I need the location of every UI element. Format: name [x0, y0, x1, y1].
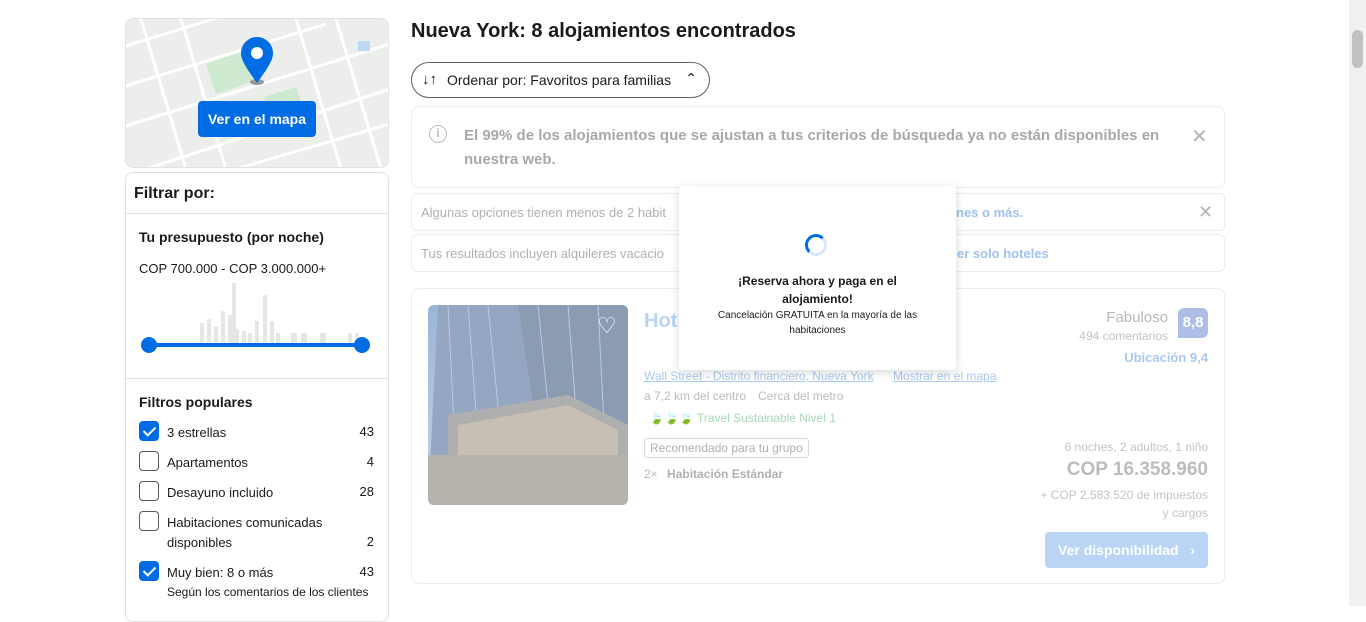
leaf-icon: 🍃🍃🍃	[649, 411, 694, 425]
map-image	[126, 19, 388, 167]
filter-count: 2	[366, 534, 374, 549]
review-score-word: Fabuloso	[1106, 309, 1168, 326]
location-score: Ubicación 9,4	[1124, 350, 1208, 365]
button-label: Ver disponibilidad	[1058, 542, 1179, 558]
sort-button[interactable]: ↓↑ Ordenar por: Favoritos para familias …	[411, 62, 710, 98]
info-icon: i	[429, 125, 447, 143]
chevron-updown-icon: ⌃	[685, 70, 697, 86]
price: COP 16.358.960	[1066, 459, 1208, 480]
filter-count: 43	[359, 564, 374, 579]
filter-label: 3 estrellas	[167, 425, 227, 440]
sort-label: Ordenar por: Favoritos para familias	[447, 72, 672, 88]
popup-subtitle: Cancelación GRATUITA en la mayoría de la…	[717, 310, 918, 336]
scrollbar-thumb[interactable]	[1352, 30, 1363, 68]
price-histogram	[200, 283, 359, 343]
filter-count: 4	[366, 454, 374, 469]
divider	[126, 213, 388, 214]
budget-title: Tu presupuesto (por noche)	[139, 229, 324, 245]
notice-text: El 99% de los alojamientos que se ajusta…	[464, 127, 1160, 168]
filter-label: Desayuno incluido	[167, 485, 274, 500]
filter-label: Habitaciones comunicadas disponibles	[167, 515, 323, 550]
notice-link[interactable]: nes o más.	[956, 205, 1023, 220]
budget-min-handle[interactable]	[141, 337, 157, 353]
budget-max-handle[interactable]	[354, 337, 370, 353]
notice-text: Algunas opciones tienen menos de 2 habit	[421, 205, 667, 220]
checkbox[interactable]	[139, 451, 159, 471]
checkbox[interactable]	[139, 511, 159, 531]
popup-title: ¡Reserva ahora y paga en el alojamiento!	[738, 274, 897, 306]
filter-count: 28	[359, 484, 374, 499]
availability-notice: i El 99% de los alojamientos que se ajus…	[411, 106, 1225, 188]
room-qty: 2×	[644, 467, 658, 481]
taxes-text: + COP 2.583.520 de impuestos y cargos	[1040, 488, 1208, 520]
notice-link[interactable]: er solo hoteles	[957, 246, 1049, 261]
filter-subtext: Según los comentarios de los clientes	[167, 585, 369, 599]
close-icon[interactable]: ✕	[1198, 202, 1213, 223]
budget-slider-track[interactable]	[149, 343, 363, 347]
chevron-right-icon: ›	[1182, 542, 1195, 558]
filter-label: Apartamentos	[167, 455, 248, 470]
stay-summary: 6 noches, 2 adultos, 1 niño	[1064, 440, 1208, 454]
sustainable-badge: 🍃🍃🍃 Travel Sustainable Nivel 1	[649, 411, 836, 425]
view-map-button[interactable]: Ver en el mapa	[198, 101, 316, 137]
sustainable-label: Travel Sustainable Nivel 1	[696, 411, 836, 425]
filters-panel: Filtrar por: Tu presupuesto (por noche) …	[125, 172, 389, 622]
loading-spinner-icon	[805, 234, 827, 256]
show-on-map-link[interactable]: Mostrar en el mapa	[893, 369, 996, 383]
location-link[interactable]: Wall Street - Distrito financiero, Nueva…	[644, 369, 874, 383]
room-type: Habitación Estándar	[667, 467, 784, 481]
distance-text: a 7,2 km del centro	[644, 389, 747, 403]
metro-text: Cerca del metro	[758, 389, 844, 403]
checkbox[interactable]	[139, 481, 159, 501]
see-availability-button[interactable]: Ver disponibilidad ›	[1045, 532, 1208, 568]
page-title: Nueva York: 8 alojamientos encontrados	[411, 20, 796, 42]
review-count: 494 comentarios	[1079, 329, 1168, 343]
recommended-tag: Recomendado para tu grupo	[644, 438, 809, 458]
popular-filters-title: Filtros populares	[139, 394, 253, 410]
divider	[126, 378, 388, 379]
heart-icon[interactable]: ♡	[597, 313, 617, 339]
filter-label: Muy bien: 8 o más	[167, 565, 274, 580]
filter-count: 43	[359, 424, 374, 439]
sort-arrows-icon: ↓↑	[422, 71, 437, 88]
review-score-badge: 8,8	[1178, 308, 1208, 338]
checkbox[interactable]	[139, 561, 159, 581]
close-icon[interactable]: ✕	[1191, 124, 1208, 149]
budget-range: COP 700.000 - COP 3.000.000+	[139, 261, 327, 276]
loading-popup: ¡Reserva ahora y paga en el alojamiento!…	[679, 186, 956, 370]
filters-title: Filtrar por:	[134, 185, 215, 202]
checkbox[interactable]	[139, 421, 159, 441]
scrollbar[interactable]	[1349, 0, 1366, 606]
map-preview[interactable]: Ver en el mapa	[125, 18, 389, 168]
room-info: 2× Habitación Estándar	[644, 467, 783, 481]
notice-text: Tus resultados incluyen alquileres vacac…	[421, 246, 665, 261]
